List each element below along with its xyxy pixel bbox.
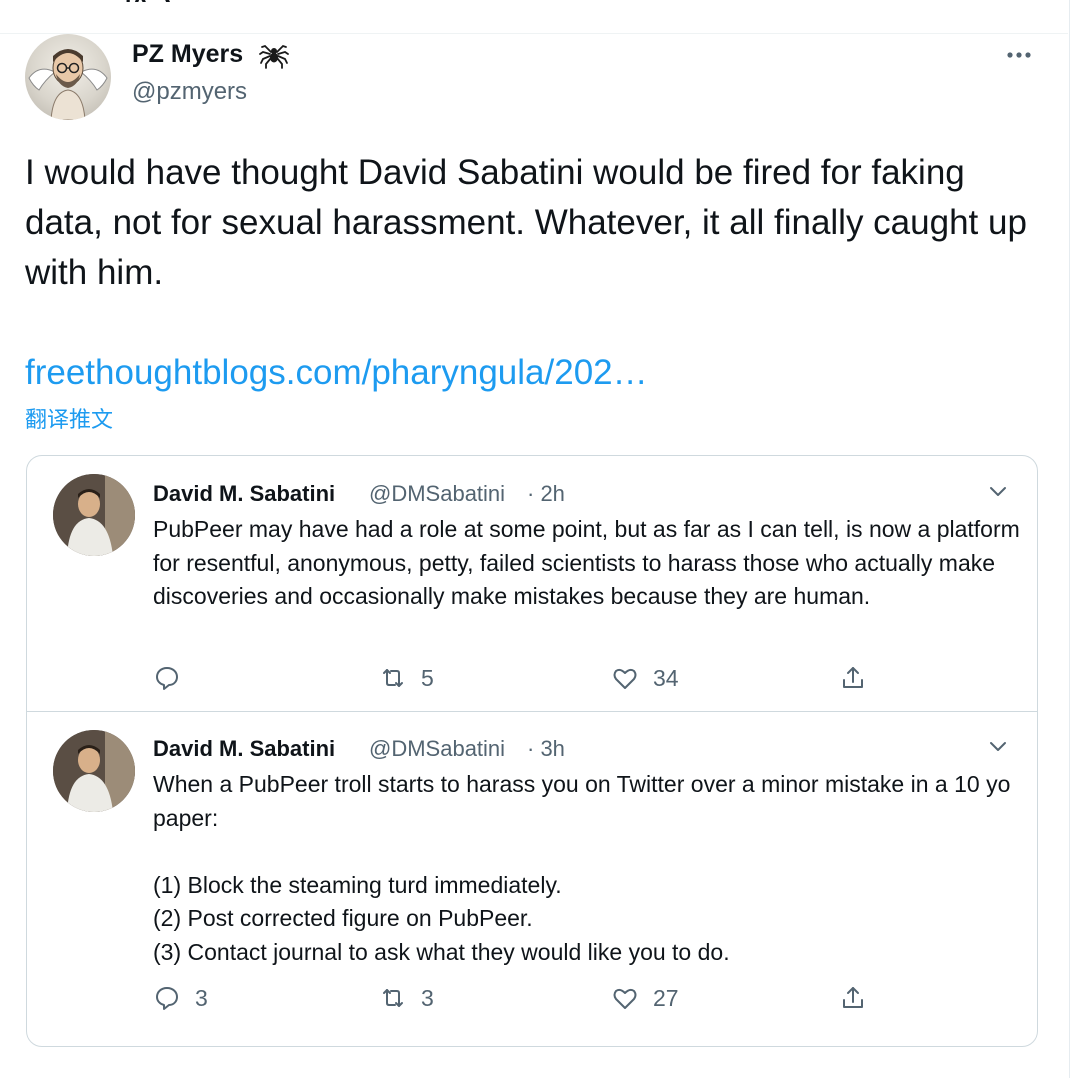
- like-button[interactable]: 34: [611, 664, 679, 692]
- quoted-author-avatar[interactable]: [53, 730, 135, 812]
- quoted-tweet[interactable]: David M. Sabatini @DMSabatini · 3h When …: [27, 712, 1037, 1047]
- share-icon: [843, 987, 863, 1008]
- quoted-tweet-time[interactable]: · 2h: [527, 481, 565, 507]
- quoted-thread-card[interactable]: David M. Sabatini @DMSabatini · 2h PubPe…: [26, 455, 1038, 1047]
- tweet-link[interactable]: freethoughtblogs.com/pharyngula/202…: [25, 348, 648, 398]
- reply-count: 3: [195, 984, 208, 1011]
- like-button[interactable]: 27: [611, 984, 679, 1012]
- retweet-button[interactable]: 5: [379, 664, 434, 692]
- author-handle[interactable]: @pzmyers: [132, 78, 247, 106]
- quoted-tweet-text: When a PubPeer troll starts to harass yo…: [153, 771, 1011, 965]
- tweet-text: I would have thought David Sabatini woul…: [25, 153, 1027, 292]
- share-button[interactable]: [839, 664, 867, 692]
- quoted-author-handle[interactable]: @DMSabatini: [369, 481, 505, 507]
- quoted-author-handle[interactable]: @DMSabatini: [369, 736, 505, 762]
- retweet-icon: [383, 989, 403, 1007]
- chevron-down-icon[interactable]: [987, 480, 1009, 502]
- header-divider: [0, 33, 1068, 34]
- page-header-title: 推文: [122, 0, 182, 2]
- quoted-author-name[interactable]: David M. Sabatini: [153, 481, 335, 507]
- quoted-tweet-text: PubPeer may have had a role at some poin…: [153, 516, 1027, 609]
- more-horizontal-icon[interactable]: [1004, 45, 1034, 65]
- quoted-author-name[interactable]: David M. Sabatini: [153, 736, 335, 762]
- reply-button[interactable]: 3: [153, 984, 208, 1012]
- like-count: 27: [653, 984, 679, 1011]
- chevron-down-icon[interactable]: [987, 735, 1009, 757]
- reply-icon: [156, 987, 178, 1010]
- retweet-button[interactable]: 3: [379, 984, 434, 1012]
- reply-icon: [156, 667, 178, 690]
- translate-tweet-link[interactable]: 翻译推文: [25, 402, 113, 434]
- share-button[interactable]: [839, 984, 867, 1012]
- quoted-tweet-time[interactable]: · 3h: [527, 736, 565, 762]
- author-avatar[interactable]: [25, 34, 111, 120]
- heart-icon: [613, 668, 637, 689]
- quoted-author-avatar[interactable]: [53, 474, 135, 556]
- heart-icon: [613, 988, 637, 1009]
- spider-icon: [259, 44, 289, 69]
- retweet-count: 5: [421, 664, 434, 691]
- share-icon: [843, 667, 863, 688]
- like-count: 34: [653, 664, 679, 691]
- timeline-border: [1069, 0, 1070, 1078]
- quoted-tweet[interactable]: David M. Sabatini @DMSabatini · 2h PubPe…: [27, 456, 1037, 711]
- retweet-count: 3: [421, 984, 434, 1011]
- reply-button[interactable]: [153, 664, 195, 692]
- retweet-icon: [383, 669, 403, 687]
- author-name[interactable]: PZ Myers: [132, 40, 243, 69]
